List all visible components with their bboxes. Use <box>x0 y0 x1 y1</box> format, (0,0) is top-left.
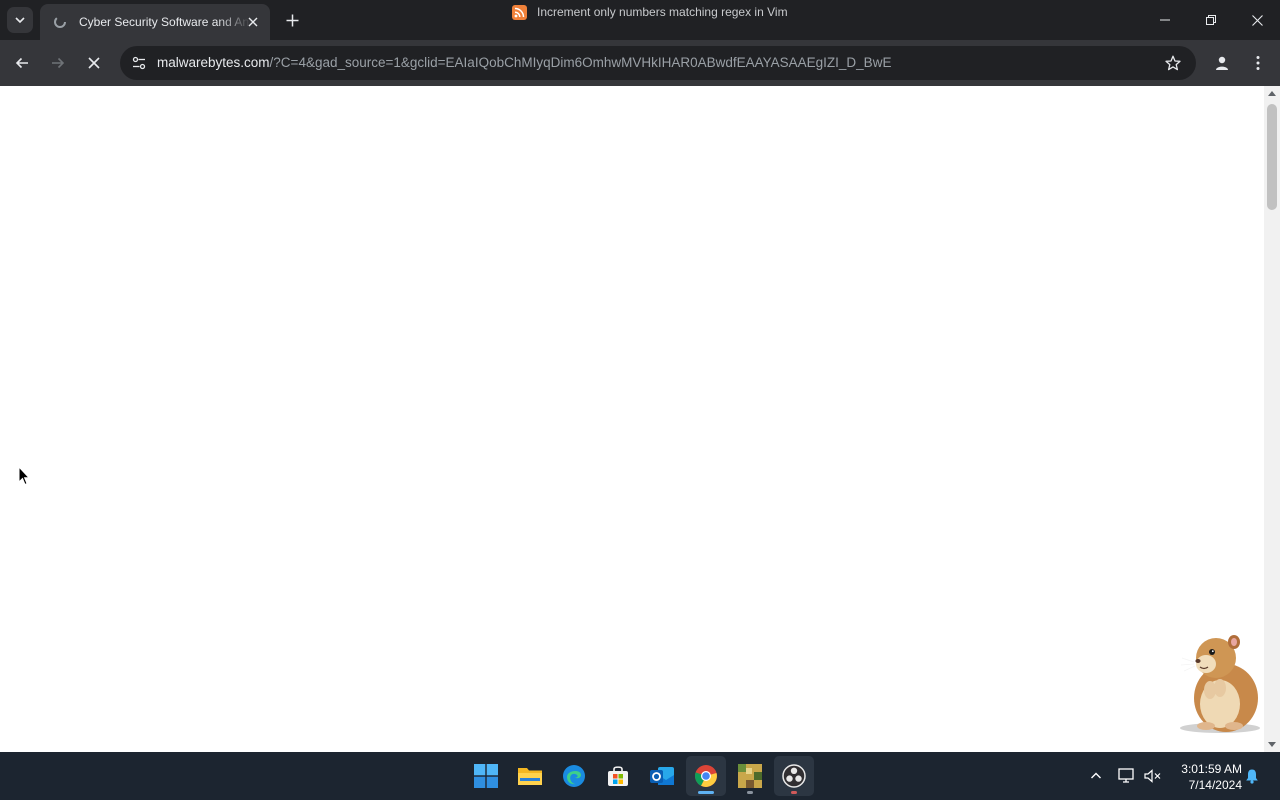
scroll-down-arrow[interactable] <box>1268 742 1276 747</box>
scrollbar[interactable] <box>1264 86 1280 752</box>
close-icon <box>88 57 100 69</box>
plus-icon <box>286 14 298 26</box>
running-indicator <box>698 791 714 794</box>
minimize-icon <box>1160 19 1170 21</box>
profile-button[interactable] <box>1207 48 1237 78</box>
rss-icon <box>512 4 527 20</box>
person-icon <box>1216 56 1228 70</box>
clock-date: 7/14/2024 <box>1188 778 1242 792</box>
obs-icon <box>782 764 806 788</box>
new-tab-button[interactable] <box>281 9 303 31</box>
tab-close-button[interactable] <box>244 13 262 31</box>
network-status-button[interactable] <box>1117 766 1137 786</box>
mouse-cursor-icon <box>18 466 30 486</box>
restore-icon <box>1206 15 1216 25</box>
url-host: malwarebytes.com <box>157 55 270 70</box>
scroll-up-arrow[interactable] <box>1268 91 1276 96</box>
bell-icon <box>1246 769 1258 784</box>
url-path: /?C=4&gad_source=1&gclid=EAIaIQobChMIyqD… <box>269 55 892 70</box>
running-indicator <box>791 791 797 794</box>
media-hint-title: Increment only numbers matching regex in… <box>537 5 788 19</box>
tab-active[interactable]: Cyber Security Software and Anti-Malware <box>40 4 270 40</box>
page-content[interactable] <box>0 86 1264 752</box>
close-icon <box>248 17 258 27</box>
url-text: malwarebytes.com/?C=4&gad_source=1&gclid… <box>157 55 891 70</box>
site-info-icon[interactable] <box>128 52 150 74</box>
running-indicator <box>747 791 753 794</box>
taskbar-obs-studio[interactable] <box>774 756 814 796</box>
tab-title: Cyber Security Software and Anti-Malware <box>79 15 251 29</box>
scrollbar-thumb[interactable] <box>1267 104 1277 210</box>
windows-start-button[interactable] <box>466 756 506 796</box>
network-icon <box>1118 768 1134 783</box>
chevron-down-icon <box>15 17 25 24</box>
tab-strip: Cyber Security Software and Anti-Malware… <box>0 0 1280 40</box>
media-hint: Increment only numbers matching regex in… <box>512 3 788 21</box>
close-window-button[interactable] <box>1234 0 1280 40</box>
browser-toolbar: malwarebytes.com/?C=4&gad_source=1&gclid… <box>0 40 1280 86</box>
address-bar[interactable]: malwarebytes.com/?C=4&gad_source=1&gclid… <box>120 46 1196 80</box>
taskbar-edge[interactable] <box>554 756 594 796</box>
back-button[interactable] <box>7 48 37 78</box>
browser-menu-button[interactable] <box>1243 48 1273 78</box>
loading-spinner-icon <box>52 14 68 30</box>
forward-button[interactable] <box>43 48 73 78</box>
close-icon <box>1251 14 1263 26</box>
notifications-button[interactable] <box>1242 766 1262 786</box>
taskbar-chrome[interactable] <box>686 756 726 796</box>
store-icon <box>608 766 628 786</box>
arrow-right-icon <box>52 57 65 69</box>
minimize-button[interactable] <box>1142 0 1188 40</box>
windows-logo-icon <box>474 764 498 788</box>
show-hidden-icons-button[interactable] <box>1086 766 1106 786</box>
hamster-desktop-pet[interactable] <box>1176 628 1266 736</box>
stop-loading-button[interactable] <box>79 48 109 78</box>
speaker-muted-icon <box>1144 769 1161 783</box>
taskbar-outlook[interactable] <box>642 756 682 796</box>
volume-button[interactable] <box>1143 766 1163 786</box>
taskbar-minecraft[interactable] <box>730 756 770 796</box>
folder-icon <box>518 768 542 785</box>
chrome-icon <box>694 765 717 787</box>
edge-icon <box>563 765 585 787</box>
tab-search-button[interactable] <box>7 7 33 33</box>
restore-button[interactable] <box>1188 0 1234 40</box>
bookmark-star-button[interactable] <box>1162 52 1184 74</box>
chevron-up-icon <box>1091 772 1101 779</box>
arrow-left-icon <box>15 57 28 69</box>
clock-time: 3:01:59 AM <box>1181 762 1242 776</box>
system-clock[interactable]: 3:01:59 AM 7/14/2024 <box>1166 761 1242 793</box>
outlook-icon <box>650 767 674 785</box>
minecraft-icon <box>738 764 762 788</box>
taskbar-file-explorer[interactable] <box>510 756 550 796</box>
star-icon <box>1165 55 1181 71</box>
more-vertical-icon <box>1256 56 1260 70</box>
taskbar-microsoft-store[interactable] <box>598 756 638 796</box>
taskbar: 3:01:59 AM 7/14/2024 <box>0 752 1280 800</box>
